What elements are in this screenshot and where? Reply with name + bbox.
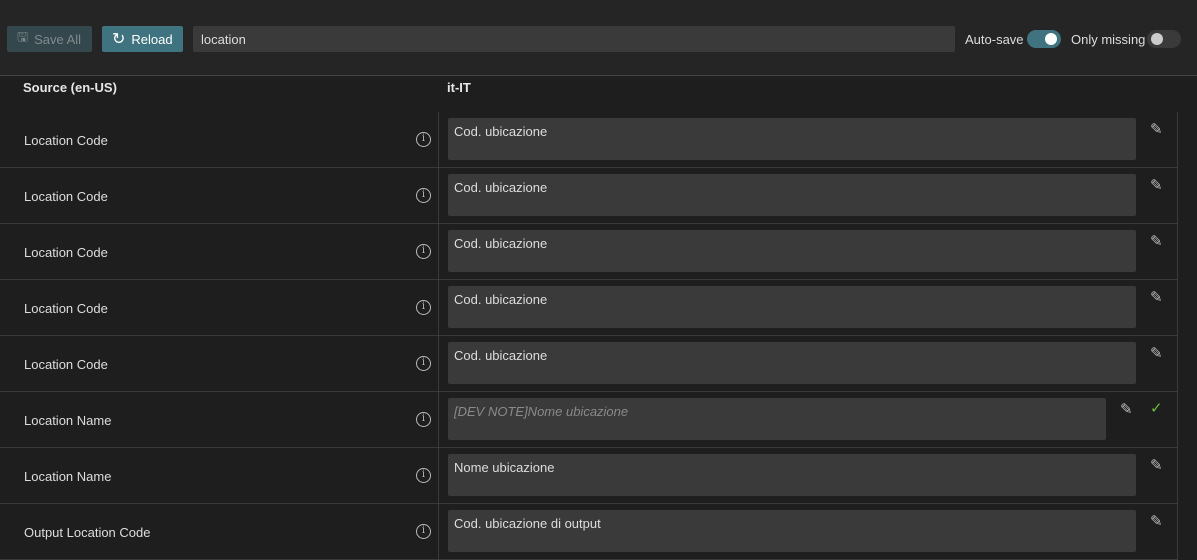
info-icon[interactable]: i [416,300,431,315]
source-text: Location Name [24,469,112,484]
translation-input[interactable] [448,398,1106,440]
info-icon[interactable]: i [416,412,431,427]
pencil-icon[interactable]: ✎ [1150,288,1163,306]
refresh-icon: ↻ [112,31,126,48]
only-missing-label: Only missing [1071,32,1146,47]
table-row: Output Location Code i Cod. ubicazione d… [0,504,1178,560]
column-divider [438,168,439,223]
table-row: Location Name i [DEV NOTE]Nome ubicazion… [0,392,1178,448]
pencil-icon[interactable]: ✎ [1150,344,1163,362]
info-icon[interactable]: i [416,468,431,483]
pencil-icon[interactable]: ✎ [1150,176,1163,194]
table-row: Location Code i Cod. ubicazione ✎ [0,224,1178,280]
info-icon[interactable]: i [416,356,431,371]
pencil-icon[interactable]: ✎ [1150,512,1163,530]
save-icon: 🖫 [17,29,29,44]
pencil-icon[interactable]: ✎ [1150,120,1163,138]
toolbar: 🖫 Save All ↻ Reload Auto-save Only missi… [0,0,1197,76]
table-row: Location Code i Cod. ubicazione ✎ [0,336,1178,392]
translation-list: Location Code i Cod. ubicazione ✎ Locati… [0,112,1178,560]
source-text: Location Code [24,133,108,148]
source-text: Location Code [24,301,108,316]
table-row: Location Code i Cod. ubicazione ✎ [0,168,1178,224]
search-input[interactable] [193,26,955,52]
translation-input[interactable]: Cod. ubicazione di output [448,510,1136,552]
column-divider [438,448,439,503]
pencil-icon[interactable]: ✎ [1150,456,1163,474]
translation-input[interactable]: Cod. ubicazione [448,174,1136,216]
column-divider [438,336,439,391]
info-icon[interactable]: i [416,244,431,259]
info-icon[interactable]: i [416,132,431,147]
column-divider [438,112,439,167]
source-text: Location Code [24,189,108,204]
source-column-header: Source (en-US) [23,80,117,95]
pencil-icon[interactable]: ✎ [1120,400,1133,418]
source-text: Output Location Code [24,525,151,540]
translation-input[interactable]: Cod. ubicazione [448,286,1136,328]
source-text: Location Name [24,413,112,428]
auto-save-toggle[interactable] [1027,30,1061,48]
translation-input[interactable]: Nome ubicazione [448,454,1136,496]
column-divider [438,280,439,335]
only-missing-toggle[interactable] [1147,30,1181,48]
auto-save-label: Auto-save [965,32,1024,47]
translation-input[interactable]: Cod. ubicazione [448,230,1136,272]
source-text: Location Code [24,245,108,260]
check-icon[interactable]: ✓ [1150,399,1163,417]
reload-button[interactable]: ↻ Reload [102,26,183,52]
table-row: Location Code i Cod. ubicazione ✎ [0,280,1178,336]
column-divider [438,504,439,559]
translation-input[interactable]: Cod. ubicazione [448,118,1136,160]
reload-label: Reload [131,31,173,47]
column-divider [438,392,439,447]
save-all-label: Save All [34,31,82,47]
info-icon[interactable]: i [416,188,431,203]
info-icon[interactable]: i [416,524,431,539]
pencil-icon[interactable]: ✎ [1150,232,1163,250]
target-column-header: it-IT [447,80,471,95]
table-row: Location Code i Cod. ubicazione ✎ [0,112,1178,168]
save-all-button[interactable]: 🖫 Save All [7,26,92,52]
translation-input[interactable]: Cod. ubicazione [448,342,1136,384]
source-text: Location Code [24,357,108,372]
table-row: Location Name i Nome ubicazione ✎ [0,448,1178,504]
column-divider [438,224,439,279]
